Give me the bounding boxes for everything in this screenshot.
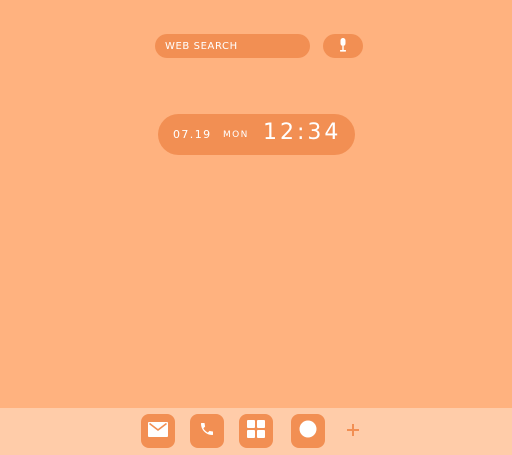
clock-day: MON [223, 130, 249, 140]
dock [0, 408, 512, 455]
camera-app-button[interactable] [291, 414, 325, 448]
phone-app-button[interactable] [190, 414, 224, 448]
voice-search-button[interactable] [323, 34, 363, 58]
plus-icon [347, 421, 359, 440]
web-search-label: WEB SEARCH [165, 40, 238, 52]
mail-app-button[interactable] [141, 414, 175, 448]
app-drawer-button[interactable] [239, 414, 273, 448]
apps-grid-icon [247, 420, 265, 442]
clock-time: 12:34 [263, 120, 342, 145]
clock-date: 07.19 [173, 128, 212, 141]
phone-icon [199, 421, 215, 441]
circle-icon [299, 420, 317, 442]
add-shortcut-button[interactable] [342, 419, 364, 441]
microphone-icon [339, 37, 347, 56]
web-search-bar[interactable]: WEB SEARCH [155, 34, 310, 58]
mail-icon [148, 421, 168, 441]
clock-widget[interactable]: 07.19 MON 12:34 [158, 114, 355, 155]
